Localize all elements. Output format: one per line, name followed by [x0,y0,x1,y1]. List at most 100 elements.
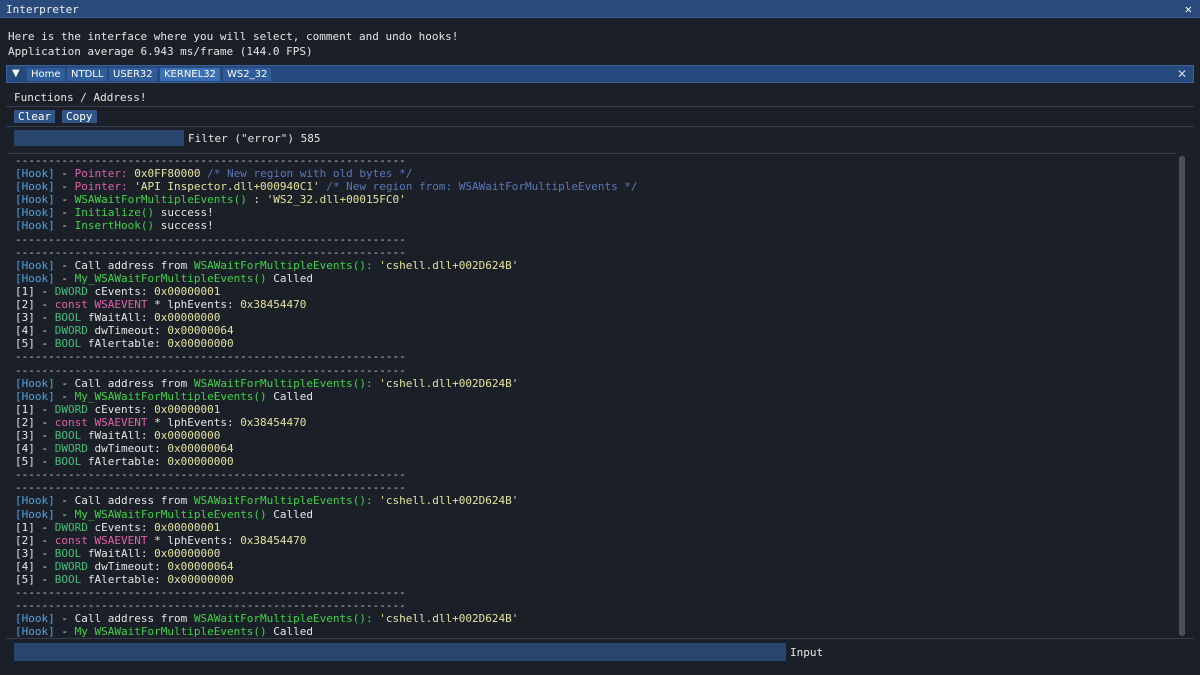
log-segment: [3] - [15,311,55,325]
log-segment: Initialize() [74,206,155,220]
log-segment: fAlertable: [81,337,168,351]
log-segment: const WSAEVENT [54,415,148,429]
log-segment: [4] - [15,324,55,338]
tab-kernel32[interactable]: KERNEL32 [160,68,220,81]
log-segment: [Hook] [15,271,55,285]
section-label: Functions / Address! [14,91,147,104]
log-segment: [3] - [15,428,55,442]
log-segment: [5] - [15,455,55,469]
clear-button[interactable]: Clear [14,110,56,123]
log-segment: - Call address from [54,612,194,626]
log-segment: ----------------------------------------… [15,481,406,495]
log-segment: ----------------------------------------… [15,245,406,259]
log-line: [Hook] - Call address from WSAWaitForMul… [15,494,638,507]
log-segment: - [54,271,75,285]
input-label: Input [790,646,824,659]
log-segment: 0x00000000 [167,455,234,469]
log-segment: cEvents: [87,284,155,298]
log-segment: ----------------------------------------… [15,154,406,167]
log-segment: - [54,625,75,637]
log-segment: [Hook] [15,612,55,626]
log-line: [4] - DWORD dwTimeout: 0x00000064 [15,560,638,573]
log-segment: BOOL [54,546,82,560]
log-segment: [Hook] [15,376,55,390]
log-segment: 'cshell.dll+002D624B' [372,494,519,508]
filter-input[interactable] [14,130,184,146]
log-segment: 0x00000000 [154,311,221,325]
log-line: [Hook] - WSAWaitForMultipleEvents() : 'W… [15,193,638,206]
tab-user32[interactable]: USER32 [109,68,157,81]
log-segment: 0x38454470 [240,298,307,312]
log-segment: ----------------------------------------… [15,363,406,377]
log-segment: Called [266,625,314,637]
tab-menu-icon[interactable]: ▼ [12,68,20,79]
log-line: [Hook] - Call address from WSAWaitForMul… [15,612,638,625]
window-title: Interpreter [6,3,79,16]
log-line: [3] - BOOL fWaitAll: 0x00000000 [15,547,638,560]
log-segment: [4] - [15,559,55,573]
log-scrollbar-thumb[interactable] [1179,156,1185,636]
log-line: [2] - const WSAEVENT * lphEvents: 0x3845… [15,416,638,429]
log-segment: [Hook] [15,206,55,220]
log-line: [5] - BOOL fAlertable: 0x00000000 [15,455,638,468]
log-segment: DWORD [54,402,88,416]
log-segment: - [54,206,75,220]
tab-ws2-32[interactable]: WS2_32 [223,68,272,81]
log-line: ----------------------------------------… [15,350,638,363]
log-segment: success! [154,219,214,233]
log-segment: 'cshell.dll+002D624B' [372,376,519,390]
log-segment: DWORD [54,442,88,456]
log-line: ----------------------------------------… [15,481,638,494]
log-segment: InsertHook() [74,219,155,233]
log-segment: 'cshell.dll+002D624B' [372,612,519,626]
log-segment: DWORD [54,284,88,298]
log-line: ----------------------------------------… [15,233,638,246]
log-segment: Called [266,507,314,521]
log-segment: [2] - [15,415,55,429]
tab-ntdll[interactable]: NTDLL [67,68,108,81]
log-segment: [Hook] [15,494,55,508]
log-segment: [1] - [15,520,55,534]
log-panel[interactable]: ----------------------------------------… [8,153,1176,637]
log-segment: 'API Inspector.dll+000940C1' [127,180,320,194]
log-segment: [Hook] [15,193,55,207]
log-segment: BOOL [54,311,82,325]
log-line: ----------------------------------------… [15,586,638,599]
log-segment: ----------------------------------------… [15,468,406,482]
log-line: [1] - DWORD cEvents: 0x00000001 [15,285,638,298]
log-segment: 0x00000000 [154,546,221,560]
log-segment: fWaitAll: [81,311,155,325]
tab-bar: ▼ Home NTDLL USER32 KERNEL32 WS2_32 ✕ [6,65,1194,83]
log-segment: - [54,219,75,233]
log-segment: 0x00000000 [154,428,221,442]
log-segment: 0x38454470 [240,533,307,547]
log-segment: - [54,507,75,521]
log-line: [Hook] - Call address from WSAWaitForMul… [15,259,638,272]
log-segment: [Hook] [15,219,55,233]
log-segment: BOOL [54,428,82,442]
log-segment: DWORD [54,324,88,338]
log-segment: Called [266,271,314,285]
log-segment: 'WS2_32.dll+00015FC0' [266,193,406,207]
log-segment: DWORD [54,559,88,573]
log-line: [Hook] - Initialize() success! [15,206,638,219]
log-segment: fWaitAll: [81,546,155,560]
log-segment: 0x00000064 [167,442,234,456]
tab-home[interactable]: Home [27,68,65,81]
tab-bar-close-icon[interactable]: ✕ [1177,67,1187,81]
log-line: [Hook] - InsertHook() success! [15,219,638,232]
command-input[interactable] [14,643,786,661]
log-line: ----------------------------------------… [15,468,638,481]
log-segment: [Hook] [15,507,55,521]
log-segment: ----------------------------------------… [15,232,406,246]
log-line: ----------------------------------------… [15,154,638,167]
copy-button[interactable]: Copy [62,110,97,123]
log-segment: [Hook] [15,180,55,194]
log-segment: const WSAEVENT [54,533,148,547]
log-line: [1] - DWORD cEvents: 0x00000001 [15,521,638,534]
log-scrollbar[interactable] [1179,156,1185,636]
close-icon[interactable]: ✕ [1185,2,1192,16]
log-segment: [5] - [15,573,55,586]
log-line: [3] - BOOL fWaitAll: 0x00000000 [15,429,638,442]
log-segment: 0x38454470 [240,415,307,429]
